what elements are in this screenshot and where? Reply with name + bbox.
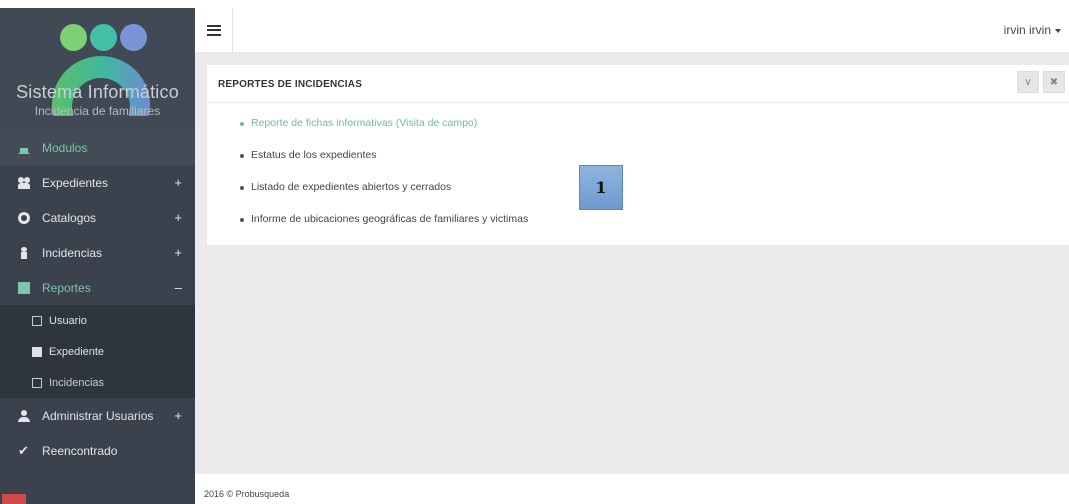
sidebar-item-label: Expedientes <box>42 175 109 190</box>
sidebar-item-expedientes[interactable]: Expedientes + <box>0 165 195 200</box>
sidebar-nav-lower: Administrar Usuarios + ✔ Reencontrado <box>0 398 195 468</box>
sidebar-item-label: Incidencias <box>42 245 103 260</box>
submenu-item-expediente[interactable]: Expediente <box>0 336 195 367</box>
logo-dot-blue <box>120 24 147 51</box>
expand-toggle[interactable]: + <box>174 175 182 190</box>
reportes-submenu: Usuario Expediente Incidencias <box>0 305 195 398</box>
brand-title: Sistema Informático <box>16 82 179 102</box>
collapse-toggle[interactable]: – <box>175 280 182 295</box>
submenu-item-label: Usuario <box>49 314 87 327</box>
sidebar-item-label: Reencontrado <box>42 443 118 458</box>
menu-toggle-button[interactable] <box>195 8 233 52</box>
sidebar-item-reportes[interactable]: Reportes – <box>0 270 195 305</box>
report-link-fichas[interactable]: Reporte de fichas informativas (Visita d… <box>240 117 528 149</box>
panel-collapse-button[interactable]: ∨ <box>1017 71 1039 93</box>
bullet-icon <box>240 122 244 126</box>
logo <box>0 22 195 116</box>
user-icon <box>18 409 30 422</box>
reports-panel: REPORTES DE INCIDENCIAS ∨ ✖ Reporte de f… <box>207 65 1069 245</box>
bullet-icon <box>240 186 244 190</box>
annotation-badge: 1 <box>579 165 623 210</box>
submenu-item-label: Incidencias <box>49 376 105 389</box>
home-icon <box>18 142 30 154</box>
report-link-estatus[interactable]: Estatus de los expedientes <box>240 149 528 181</box>
report-link-label: Informe de ubicaciones geográficas de fa… <box>251 213 529 225</box>
user-name: irvin irvin <box>1003 23 1051 37</box>
report-link-label: Listado de expedientes abiertos y cerrad… <box>251 181 452 193</box>
bullet-icon <box>240 154 244 158</box>
flag-icon <box>2 494 26 504</box>
gears-icon <box>18 211 30 224</box>
report-link-ubicaciones[interactable]: Informe de ubicaciones geográficas de fa… <box>240 213 528 245</box>
sidebar-item-catalogos[interactable]: Catalogos + <box>0 200 195 235</box>
sidebar-item-label: Administrar Usuarios <box>42 408 154 423</box>
expand-toggle[interactable]: + <box>174 210 182 225</box>
users-icon <box>18 176 30 189</box>
sidebar-item-incidencias[interactable]: Incidencias + <box>0 235 195 270</box>
footer-copyright: 2016 © Probusqueda <box>204 489 290 499</box>
submenu-item-incidencias[interactable]: Incidencias <box>0 367 195 398</box>
edit-icon <box>32 377 42 388</box>
submenu-item-label: Expediente <box>49 345 105 358</box>
expand-toggle[interactable]: + <box>174 245 182 260</box>
expand-toggle[interactable]: + <box>174 408 182 423</box>
sidebar-item-label: Reportes <box>42 280 91 295</box>
person-icon <box>18 246 30 259</box>
hamburger-icon <box>206 24 221 36</box>
chevron-down-icon: ∨ <box>1024 76 1032 88</box>
file-o-icon <box>32 315 42 326</box>
submenu-item-usuario[interactable]: Usuario <box>0 305 195 336</box>
panel-header: REPORTES DE INCIDENCIAS ∨ ✖ <box>207 65 1069 103</box>
logo-dot-teal <box>90 24 117 51</box>
report-links: Reporte de fichas informativas (Visita d… <box>240 117 528 245</box>
brand: Sistema Informático Incidencia de famili… <box>0 8 195 130</box>
bullet-icon <box>240 218 244 222</box>
sidebar: Sistema Informático Incidencia de famili… <box>0 8 195 504</box>
topbar: irvin irvin <box>195 8 1069 52</box>
report-link-label: Estatus de los expedientes <box>251 149 377 161</box>
sidebar-item-label: Catalogos <box>42 210 97 225</box>
sidebar-item-reencontrado[interactable]: ✔ Reencontrado <box>0 433 195 468</box>
logo-dot-green <box>60 24 87 51</box>
close-icon: ✖ <box>1049 76 1059 88</box>
user-menu[interactable]: irvin irvin <box>1004 23 1061 37</box>
sidebar-nav: Modulos Expedientes + Catalogos + Incide… <box>0 130 195 305</box>
caret-down-icon <box>1055 28 1061 33</box>
sidebar-item-label: Modulos <box>42 140 88 155</box>
top-strip <box>0 0 1069 8</box>
brand-subtitle: Incidencia de familiares <box>34 104 161 118</box>
file-icon <box>18 281 30 294</box>
check-icon: ✔ <box>18 442 29 458</box>
panel-title: REPORTES DE INCIDENCIAS <box>218 79 363 90</box>
panel-close-button[interactable]: ✖ <box>1043 71 1065 93</box>
file-icon <box>32 346 42 357</box>
report-link-label: Reporte de fichas informativas (Visita d… <box>251 117 478 129</box>
sidebar-item-administrar-usuarios[interactable]: Administrar Usuarios + <box>0 398 195 433</box>
report-link-listado[interactable]: Listado de expedientes abiertos y cerrad… <box>240 181 528 213</box>
sidebar-item-modulos[interactable]: Modulos <box>0 130 195 165</box>
footer: 2016 © Probusqueda <box>195 474 1069 504</box>
